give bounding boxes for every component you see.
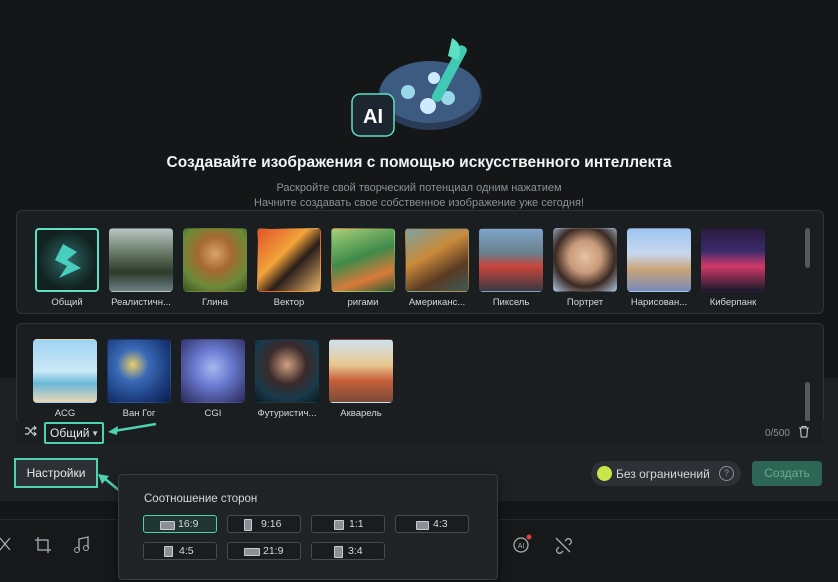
style-label: Реалистичн... bbox=[111, 297, 171, 308]
subtitle-line-1: Раскройте свой творческий потенциал одни… bbox=[276, 182, 562, 194]
sparkle-icon bbox=[597, 466, 612, 481]
ratio-label: 3:4 bbox=[348, 545, 363, 557]
style-dropdown[interactable]: Общий ▼ bbox=[44, 422, 104, 444]
subtitle-line-2: Начните создавать свое собственное изобр… bbox=[254, 197, 584, 209]
ratio-label: 1:1 bbox=[349, 518, 364, 530]
style-item-painted[interactable]: Нарисован... bbox=[627, 228, 691, 308]
page-title: Создавайте изображения с помощью искусст… bbox=[166, 154, 672, 171]
scissors-icon[interactable] bbox=[0, 536, 18, 556]
style-item-van-gogh[interactable]: Ван Гог bbox=[107, 339, 171, 419]
crop-icon[interactable] bbox=[34, 536, 54, 556]
style-label: Американс... bbox=[408, 297, 466, 308]
aspect-ratio-title: Соотношение сторон bbox=[144, 493, 258, 505]
style-label: ACG bbox=[54, 408, 76, 419]
ratio-label: 4:3 bbox=[433, 518, 448, 530]
style-item-general[interactable]: Общий bbox=[35, 228, 99, 308]
help-icon[interactable]: ? bbox=[719, 466, 734, 481]
style-item-cyberpunk[interactable]: Киберпанк bbox=[701, 228, 765, 308]
svg-text:AI: AI bbox=[518, 543, 525, 550]
style-item-cgi[interactable]: CGI bbox=[181, 339, 245, 419]
style-label: Ван Гог bbox=[122, 408, 156, 419]
unlink-icon[interactable] bbox=[553, 535, 573, 555]
style-item-portrait[interactable]: Портрет bbox=[553, 228, 617, 308]
style-item-futuristic[interactable]: Футуристич... bbox=[255, 339, 319, 419]
general-style-icon bbox=[55, 244, 81, 278]
style-label: Киберпанк bbox=[709, 297, 757, 308]
landscape-ratio-icon bbox=[416, 521, 429, 530]
style-dropdown-value: Общий bbox=[50, 426, 90, 440]
style-item-acg[interactable]: ACG bbox=[33, 339, 97, 419]
style-item-origami[interactable]: ригами bbox=[331, 228, 395, 308]
create-button[interactable]: Создать bbox=[752, 461, 822, 486]
style-label: Портрет bbox=[566, 297, 604, 308]
style-label: ригами bbox=[347, 297, 379, 308]
style-label: Вектор bbox=[273, 297, 305, 308]
ai-palette-logo: AI bbox=[348, 34, 488, 144]
style-label: Глина bbox=[202, 297, 228, 308]
ratio-option-4-3[interactable]: 4:3 bbox=[395, 515, 469, 533]
shuffle-icon[interactable] bbox=[24, 424, 40, 440]
style-label: Футуристич... bbox=[257, 408, 317, 419]
ratio-option-4-5[interactable]: 4:5 bbox=[143, 542, 217, 560]
square-ratio-icon bbox=[334, 520, 344, 530]
settings-button[interactable]: Настройки bbox=[14, 458, 98, 488]
style-label: Пиксель bbox=[492, 297, 530, 308]
annotation-arrow-dropdown bbox=[108, 422, 157, 435]
ratio-option-9-16[interactable]: 9:16 bbox=[227, 515, 301, 533]
ai-logo-text: AI bbox=[363, 106, 383, 128]
trash-icon[interactable] bbox=[798, 425, 812, 439]
landscape-ratio-icon bbox=[160, 521, 175, 530]
gallery-scrollbar-2[interactable] bbox=[805, 382, 810, 422]
ratio-option-16-9[interactable]: 16:9 bbox=[143, 515, 217, 533]
ratio-label: 9:16 bbox=[261, 518, 282, 530]
ratio-option-1-1[interactable]: 1:1 bbox=[311, 515, 385, 533]
style-label: CGI bbox=[204, 408, 222, 419]
style-item-vector[interactable]: Вектор bbox=[257, 228, 321, 308]
portrait-ratio-icon bbox=[334, 546, 343, 558]
ratio-label: 21:9 bbox=[263, 545, 284, 557]
unlimited-badge[interactable]: Без ограничений ? bbox=[591, 461, 741, 486]
style-item-watercolor[interactable]: Акварель bbox=[329, 339, 393, 419]
gallery-scrollbar-1[interactable] bbox=[805, 228, 810, 268]
ratio-option-21-9[interactable]: 21:9 bbox=[227, 542, 301, 560]
style-item-american[interactable]: Американс... bbox=[405, 228, 469, 308]
style-label: Общий bbox=[51, 297, 83, 308]
ai-sticker-icon[interactable]: AI bbox=[512, 534, 532, 554]
portrait-ratio-icon bbox=[244, 519, 252, 531]
wide-ratio-icon bbox=[244, 548, 260, 556]
ratio-label: 16:9 bbox=[178, 518, 199, 530]
style-label: Акварель bbox=[340, 408, 382, 419]
chevron-down-icon: ▼ bbox=[91, 429, 99, 438]
char-counter: 0/500 bbox=[764, 428, 790, 439]
unlimited-label: Без ограничений bbox=[616, 467, 710, 481]
portrait-ratio-icon bbox=[164, 546, 173, 557]
style-item-clay[interactable]: Глина bbox=[183, 228, 247, 308]
music-icon[interactable] bbox=[72, 536, 92, 556]
style-item-realistic[interactable]: Реалистичн... bbox=[109, 228, 173, 308]
ratio-option-3-4[interactable]: 3:4 bbox=[311, 542, 385, 560]
style-item-pixel[interactable]: Пиксель bbox=[479, 228, 543, 308]
style-label: Нарисован... bbox=[630, 297, 688, 308]
ratio-label: 4:5 bbox=[179, 545, 194, 557]
